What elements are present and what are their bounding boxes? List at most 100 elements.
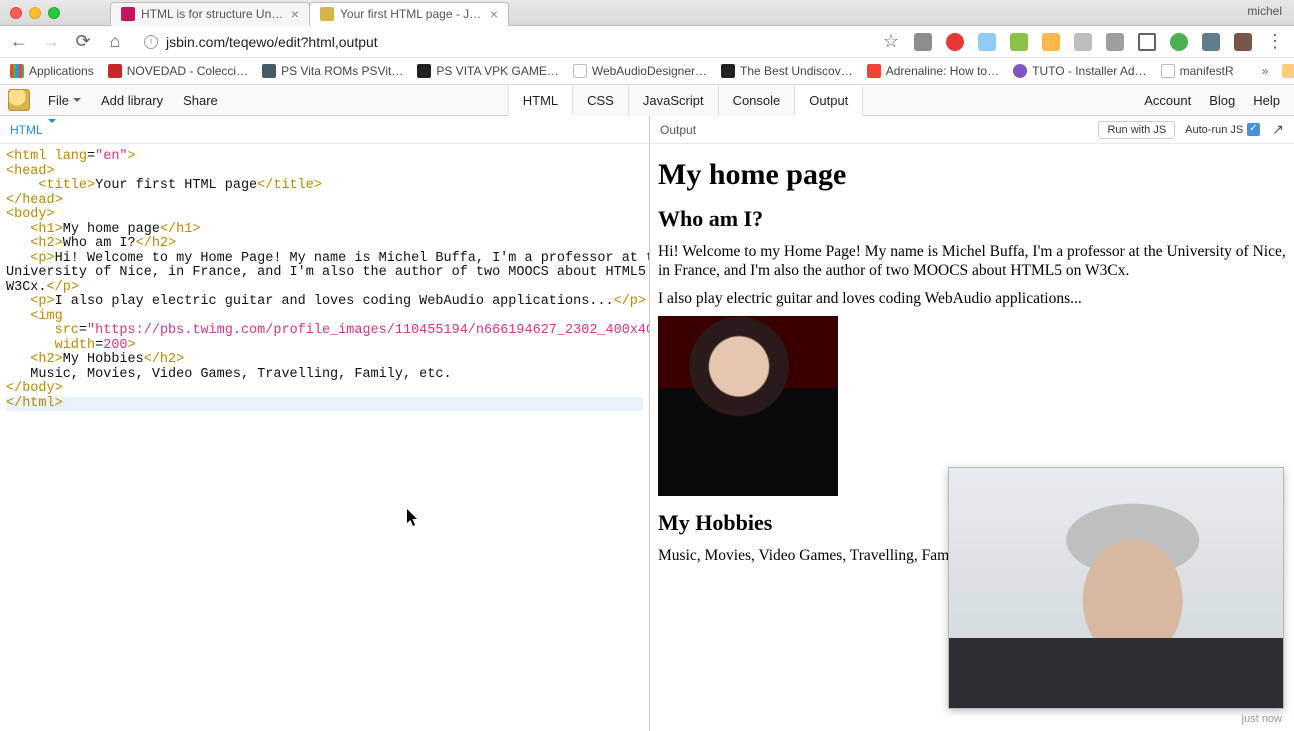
code-token: My home page: [63, 222, 160, 237]
bookmark-label: Adrenaline: How to…: [886, 64, 999, 78]
code-token: </h1>: [160, 222, 201, 237]
code-token: </p>: [47, 280, 79, 295]
status-text: just now: [1242, 713, 1282, 725]
favicon-icon: [262, 64, 276, 78]
code-token: <img: [6, 309, 71, 324]
run-with-js-button[interactable]: Run with JS: [1098, 121, 1175, 139]
file-icon: [1161, 64, 1175, 78]
bookmark-item[interactable]: WebAudioDesigner…: [573, 64, 707, 78]
code-token: </head>: [6, 193, 63, 208]
panel-toggle-css[interactable]: CSS: [572, 85, 629, 116]
code-token: <title>: [6, 178, 95, 193]
url-text: jsbin.com/teqewo/edit?html,output: [166, 34, 378, 50]
close-tab-icon[interactable]: ×: [291, 6, 299, 22]
close-window-button[interactable]: [10, 7, 22, 19]
bookmark-item[interactable]: Adrenaline: How to…: [867, 64, 999, 78]
close-tab-icon[interactable]: ×: [490, 6, 498, 22]
bookmark-label: Applications: [29, 64, 94, 78]
code-token: </body>: [6, 381, 63, 396]
blog-link[interactable]: Blog: [1209, 93, 1235, 108]
bookmark-star-icon[interactable]: ☆: [882, 33, 900, 51]
other-bookmarks-button[interactable]: Autres favoris: [1282, 64, 1294, 78]
popout-icon[interactable]: ↗: [1272, 121, 1284, 138]
extension-icon[interactable]: [1074, 33, 1092, 51]
html-editor-pane: HTML <html lang="en"> <head> <title>Your…: [0, 116, 650, 731]
account-link[interactable]: Account: [1144, 93, 1191, 108]
extension-icon[interactable]: [914, 33, 932, 51]
reload-button[interactable]: ⟳: [74, 33, 92, 51]
favicon-icon: [721, 64, 735, 78]
help-link[interactable]: Help: [1253, 93, 1280, 108]
bookmark-item[interactable]: NOVEDAD - Colecci…: [108, 64, 248, 78]
code-token: <h1>: [6, 222, 63, 237]
jsbin-toolbar: File Add library Share HTML CSS JavaScri…: [0, 85, 1294, 116]
favicon-icon: [108, 64, 122, 78]
pane-header: HTML: [0, 116, 649, 144]
extension-icon[interactable]: [1010, 33, 1028, 51]
code-token: University of Nice, in France, and I'm a…: [6, 265, 650, 280]
folder-icon: [1282, 64, 1294, 78]
code-token: My Hobbies: [63, 352, 144, 367]
extension-icon[interactable]: [978, 33, 996, 51]
bookmark-label: WebAudioDesigner…: [592, 64, 707, 78]
window-titlebar: HTML is for structure Unit | Ja… × Your …: [0, 0, 1294, 26]
code-token: </h2>: [144, 352, 185, 367]
pane-header: Output Run with JS Auto-run JS ↗: [650, 116, 1294, 144]
bookmark-item[interactable]: The Best Undiscov…: [721, 64, 853, 78]
cast-icon[interactable]: [1138, 33, 1156, 51]
home-button[interactable]: ⌂: [106, 33, 124, 51]
code-token: width: [6, 338, 95, 353]
extension-icon[interactable]: [1202, 33, 1220, 51]
share-button[interactable]: Share: [173, 85, 228, 116]
panel-toggle-console[interactable]: Console: [718, 85, 796, 116]
bookmark-item[interactable]: TUTO - Installer Ad…: [1013, 64, 1146, 78]
code-token: =: [87, 149, 95, 164]
traffic-lights: [10, 7, 60, 19]
auto-run-js-toggle[interactable]: Auto-run JS: [1185, 123, 1260, 136]
bookmark-item[interactable]: manifestR: [1161, 64, 1234, 78]
code-token: <h2>: [6, 352, 63, 367]
panel-toggle-javascript[interactable]: JavaScript: [628, 85, 719, 116]
code-token: lang: [55, 149, 87, 164]
code-token: src: [6, 323, 79, 338]
favicon-icon: [1013, 64, 1027, 78]
bookmark-item[interactable]: PS Vita ROMs PSVit…: [262, 64, 403, 78]
address-bar[interactable]: i jsbin.com/teqewo/edit?html,output: [144, 34, 378, 50]
code-token: <p>: [6, 294, 55, 309]
zoom-window-button[interactable]: [48, 7, 60, 19]
bookmark-item[interactable]: PS VITA VPK GAME…: [417, 64, 558, 78]
panel-toggle-html[interactable]: HTML: [508, 85, 573, 116]
code-token: </h2>: [136, 236, 177, 251]
tab-title: HTML is for structure Unit | Ja…: [141, 7, 285, 21]
extension-icon[interactable]: [1042, 33, 1060, 51]
extension-icon[interactable]: [1106, 33, 1124, 51]
code-token: Hi! Welcome to my Home Page! My name is …: [55, 251, 650, 266]
code-editor[interactable]: <html lang="en"> <head> <title>Your firs…: [0, 144, 649, 417]
chrome-profile-name[interactable]: michel: [1247, 4, 1282, 18]
tab-title: Your first HTML page - JS Bin: [340, 7, 484, 21]
extension-icon[interactable]: [1234, 33, 1252, 51]
forward-button[interactable]: →: [42, 33, 60, 51]
file-icon: [573, 64, 587, 78]
panel-toggle-output[interactable]: Output: [794, 85, 863, 116]
code-token: <h2>: [6, 236, 63, 251]
bookmark-item[interactable]: Applications: [10, 64, 94, 78]
browser-tab[interactable]: HTML is for structure Unit | Ja… ×: [110, 2, 310, 26]
site-info-icon[interactable]: i: [144, 35, 158, 49]
browser-tab[interactable]: Your first HTML page - JS Bin ×: [309, 2, 509, 26]
extension-icon[interactable]: [1170, 33, 1188, 51]
code-token: </p>: [614, 294, 646, 309]
bookmarks-overflow-icon[interactable]: »: [1262, 64, 1269, 78]
back-button[interactable]: ←: [10, 33, 28, 51]
file-menu[interactable]: File: [38, 85, 91, 116]
checkbox-checked-icon[interactable]: [1247, 123, 1260, 136]
chrome-menu-icon[interactable]: ⋮: [1266, 33, 1284, 51]
add-library-button[interactable]: Add library: [91, 85, 173, 116]
minimize-window-button[interactable]: [29, 7, 41, 19]
code-token: I also play electric guitar and loves co…: [55, 294, 614, 309]
code-token: <body>: [6, 207, 55, 222]
extension-icon[interactable]: [946, 33, 964, 51]
jsbin-logo-icon[interactable]: [8, 89, 30, 111]
pane-mode-dropdown[interactable]: HTML: [10, 123, 56, 137]
code-token: </html>: [6, 396, 63, 411]
